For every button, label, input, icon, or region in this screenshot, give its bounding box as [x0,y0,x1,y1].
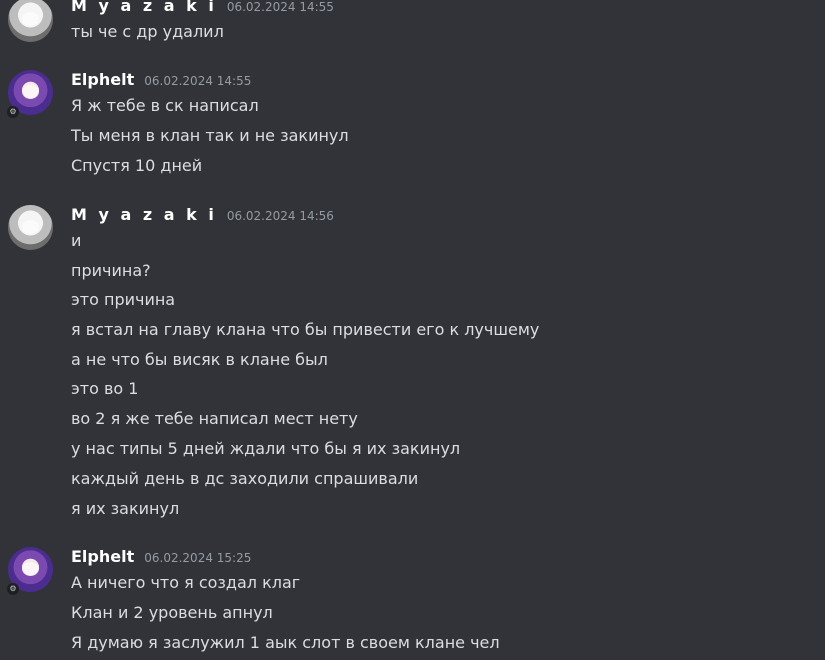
message-header: Elphelt 06.02.2024 14:55 [71,70,251,92]
avatar[interactable] [8,205,53,250]
message-text: я их закинул [71,499,180,518]
message-text: ты че с др удалил [71,22,224,41]
timestamp: 06.02.2024 15:25 [144,551,252,565]
username[interactable]: M y a z a k i [71,205,217,224]
message-header: M y a z a k i 06.02.2024 14:56 [71,205,334,227]
avatar[interactable] [8,0,53,42]
avatar-face [22,220,39,234]
message-text: во 2 я же тебе написал мест нету [71,409,358,428]
message-header: Elphelt 06.02.2024 15:25 [71,547,251,569]
username[interactable]: Elphelt [71,70,134,89]
message-text: у нас типы 5 дней ждали что бы я их заки… [71,439,461,458]
timestamp: 06.02.2024 14:55 [144,74,252,88]
message-text: и [71,231,82,250]
timestamp: 06.02.2024 14:55 [226,0,334,14]
message-header: M y a z a k i 06.02.2024 14:55 [71,0,334,18]
message-text: причина? [71,261,151,280]
message-text: я встал на главу клана что бы привести е… [71,320,540,339]
avatar-face [22,85,39,99]
message-text: А ничего что я создал клаг [71,573,301,592]
moderator-badge-icon: ⚙ [7,583,19,595]
message-text: это причина [71,290,176,309]
message-text: а не что бы висяк в клане был [71,350,328,369]
message-text: Я думаю я заслужил 1 аык слот в своем кл… [71,633,500,652]
username[interactable]: Elphelt [71,547,134,566]
message-text: это во 1 [71,379,139,398]
message-text: Ты меня в клан так и не закинул [71,126,349,145]
username[interactable]: M y a z a k i [71,0,217,15]
moderator-badge-icon: ⚙ [7,106,19,118]
message-text: Я ж тебе в ск написал [71,96,259,115]
message-text: Клан и 2 уровень апнул [71,603,273,622]
avatar-face [22,562,39,576]
message-text: Спустя 10 дней [71,156,203,175]
timestamp: 06.02.2024 14:56 [226,209,334,223]
message-text: каждый день в дс заходили спрашивали [71,469,419,488]
avatar-face [22,12,39,26]
